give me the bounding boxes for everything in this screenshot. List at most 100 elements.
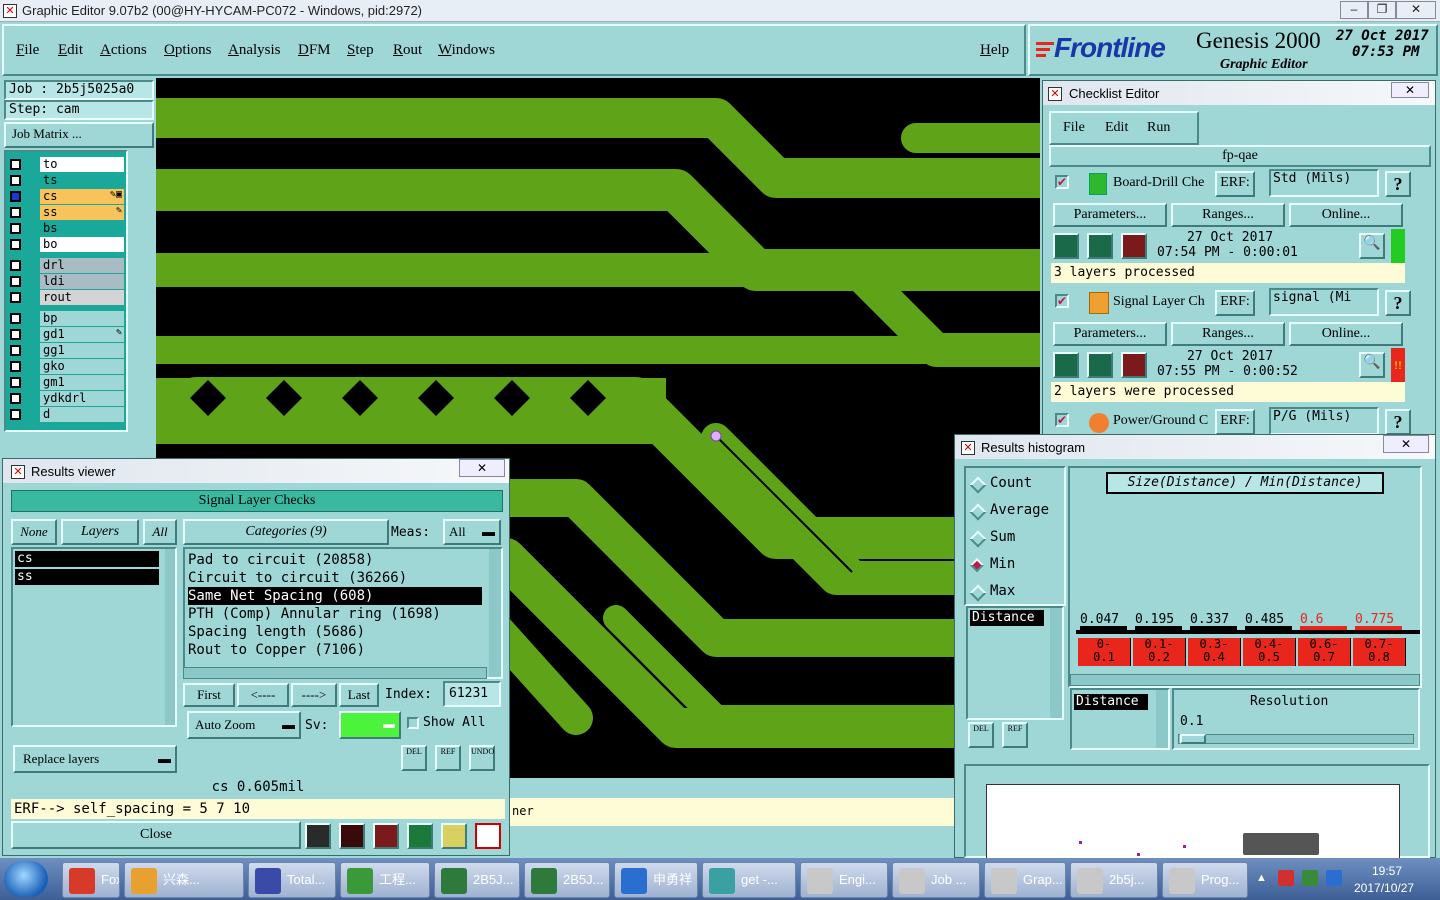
layer-affected-checkbox[interactable] bbox=[10, 361, 21, 372]
disable-icon[interactable] bbox=[373, 823, 399, 849]
refresh-icon[interactable]: REF bbox=[1002, 722, 1028, 748]
layer-name[interactable]: gd1 bbox=[40, 327, 124, 342]
ranges-button[interactable]: Ranges... bbox=[1171, 322, 1285, 346]
erf-button[interactable]: ERF: bbox=[1215, 171, 1255, 197]
layer-row-rout[interactable]: rout bbox=[8, 290, 124, 305]
help-button[interactable]: ? bbox=[1385, 290, 1411, 316]
report-icon[interactable] bbox=[339, 823, 365, 849]
layer-result-item[interactable]: cs bbox=[15, 551, 159, 567]
refresh-icon[interactable]: REF bbox=[435, 745, 461, 771]
erf-button[interactable]: ERF: bbox=[1215, 409, 1255, 435]
layer-affected-checkbox[interactable] bbox=[10, 409, 21, 420]
category-list[interactable]: Pad to circuit (20858) Circuit to circuit… bbox=[183, 547, 503, 679]
menu-options[interactable]: Options bbox=[164, 42, 212, 59]
layer-row-bp[interactable]: bp bbox=[8, 311, 124, 326]
checklist-close-icon[interactable]: ✕ bbox=[1391, 82, 1429, 98]
layer-name[interactable]: bo bbox=[40, 237, 124, 252]
histogram-bin[interactable]: 0.6- 0.7 bbox=[1298, 638, 1351, 666]
histogram-field-item[interactable]: Distance bbox=[970, 610, 1044, 626]
menu-file[interactable]: File bbox=[16, 42, 39, 59]
check-enable-checkbox[interactable]: ✔ bbox=[1055, 294, 1069, 308]
auto-zoom-dropdown[interactable]: Auto Zoom ▬ bbox=[187, 711, 301, 739]
layers-button[interactable]: Layers bbox=[61, 519, 139, 545]
parameters-button[interactable]: Parameters... bbox=[1053, 322, 1167, 346]
help-button[interactable]: ? bbox=[1385, 171, 1411, 197]
taskbar-item[interactable]: Foxm... bbox=[62, 862, 120, 898]
category-item[interactable]: Circuit to circuit (36266) bbox=[188, 569, 482, 587]
erf-value[interactable]: Std (Mils) bbox=[1269, 169, 1379, 197]
layer-affected-checkbox[interactable] bbox=[10, 377, 21, 388]
field-list-scrollbar[interactable] bbox=[1050, 608, 1062, 718]
layer-name[interactable]: ldi bbox=[40, 274, 124, 289]
layer-name[interactable]: rout bbox=[40, 290, 124, 305]
last-button[interactable]: Last bbox=[339, 683, 379, 707]
ranges-button[interactable]: Ranges... bbox=[1171, 203, 1285, 227]
layer-row-bo[interactable]: bo bbox=[8, 237, 124, 252]
measure-icon[interactable] bbox=[305, 823, 331, 849]
category-item[interactable]: Pad to circuit (20858) bbox=[188, 551, 482, 569]
menu-rout[interactable]: Rout bbox=[393, 42, 422, 59]
results-viewer-close-icon[interactable]: ✕ bbox=[459, 459, 505, 477]
histogram-icon[interactable] bbox=[475, 823, 501, 849]
stat-option-label[interactable]: Max bbox=[990, 583, 1015, 599]
histogram-hscrollbar[interactable] bbox=[1070, 674, 1420, 686]
histogram-bin[interactable]: 0- 0.1 bbox=[1078, 638, 1131, 666]
category-item[interactable]: Same Net Spacing (608) bbox=[188, 587, 482, 605]
distance-field-item[interactable]: Distance bbox=[1074, 694, 1148, 710]
layer-row-d[interactable]: d bbox=[8, 407, 124, 422]
layer-list-scrollbar[interactable] bbox=[165, 549, 175, 725]
tray-expand-icon[interactable]: ▲ bbox=[1256, 872, 1267, 884]
menu-windows[interactable]: Windows bbox=[438, 42, 495, 59]
run-all-icon[interactable] bbox=[1087, 352, 1113, 378]
layer-name[interactable]: ydkdrl bbox=[40, 391, 124, 406]
menu-edit[interactable]: Edit bbox=[58, 42, 83, 59]
menu-help[interactable]: Help bbox=[980, 42, 1009, 59]
replace-layers-dropdown[interactable]: Replace layers ▬ bbox=[13, 745, 177, 773]
zoom-icon[interactable]: 🔍 bbox=[1359, 233, 1385, 259]
categories-button[interactable]: Categories (9) bbox=[183, 519, 389, 545]
layer-affected-checkbox[interactable] bbox=[10, 393, 21, 404]
layer-name[interactable]: bs bbox=[40, 221, 124, 236]
taskbar-item[interactable]: Grap... bbox=[984, 862, 1066, 898]
layer-row-to[interactable]: to bbox=[8, 157, 124, 172]
stat-option-label[interactable]: Average bbox=[990, 502, 1049, 518]
distance-list-scrollbar[interactable] bbox=[1156, 690, 1168, 748]
taskbar-item[interactable]: Engi... bbox=[800, 862, 888, 898]
tray-app-icon[interactable] bbox=[1326, 870, 1342, 886]
online-button[interactable]: Online... bbox=[1289, 203, 1403, 227]
layer-affected-checkbox[interactable] bbox=[10, 223, 21, 234]
distance-field-list[interactable]: Distance bbox=[1070, 688, 1170, 750]
category-item[interactable]: Spacing length (5686) bbox=[188, 623, 482, 641]
layer-row-gm1[interactable]: gm1 bbox=[8, 375, 124, 390]
checklist-menu-edit[interactable]: Edit bbox=[1105, 120, 1128, 136]
stat-option-label[interactable]: Sum bbox=[990, 529, 1015, 545]
layer-affected-checkbox[interactable] bbox=[10, 175, 21, 186]
layer-name[interactable]: d bbox=[40, 407, 124, 422]
check-enable-checkbox[interactable]: ✔ bbox=[1055, 175, 1069, 189]
tray-flag-icon[interactable] bbox=[1302, 870, 1318, 886]
job-matrix-button[interactable]: Job Matrix ... bbox=[4, 122, 154, 148]
taskbar-item[interactable]: Prog... bbox=[1162, 862, 1248, 898]
parameters-button[interactable]: Parameters... bbox=[1053, 203, 1167, 227]
menu-step[interactable]: Step bbox=[347, 42, 374, 59]
next-button[interactable]: ----> bbox=[291, 683, 337, 707]
undo-icon[interactable]: UNDO bbox=[469, 745, 495, 771]
layer-name[interactable]: gg1 bbox=[40, 343, 124, 358]
close-button[interactable]: Close bbox=[11, 821, 301, 849]
layer-row-cs[interactable]: cs ✎▣ bbox=[8, 189, 124, 204]
stop-icon[interactable] bbox=[1121, 233, 1147, 259]
stop-icon[interactable] bbox=[1121, 352, 1147, 378]
first-button[interactable]: First bbox=[183, 683, 235, 707]
taskbar-item[interactable]: Job ... bbox=[892, 862, 980, 898]
layers-icon[interactable] bbox=[407, 823, 433, 849]
meas-dropdown[interactable]: All ▬ bbox=[443, 519, 501, 545]
zoom-icon[interactable]: 🔍 bbox=[1359, 352, 1385, 378]
stat-option-label[interactable]: Min bbox=[990, 556, 1015, 572]
layer-affected-checkbox[interactable] bbox=[10, 345, 21, 356]
layer-row-ydkdrl[interactable]: ydkdrl bbox=[8, 391, 124, 406]
taskbar-item[interactable]: 申勇祥 bbox=[614, 862, 698, 898]
clock-time[interactable]: 19:57 bbox=[1372, 864, 1402, 878]
layer-name[interactable]: drl bbox=[40, 258, 124, 273]
layer-row-bs[interactable]: bs bbox=[8, 221, 124, 236]
taskbar-item[interactable]: 2b5j... bbox=[1070, 862, 1158, 898]
